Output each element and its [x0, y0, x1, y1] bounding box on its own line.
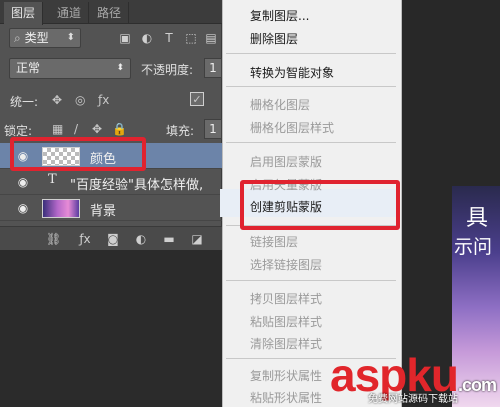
layer-kind-filter[interactable]: ⌕ 类型 ⬍: [9, 28, 81, 48]
opacity-input[interactable]: 1: [204, 58, 222, 78]
menu-item-enable-layer-mask[interactable]: 启用图层蒙版: [250, 153, 322, 170]
unify-label: 统一:: [10, 95, 39, 109]
search-icon: ⌕: [14, 31, 21, 45]
highlight-box-menu-item: [240, 180, 400, 230]
panel-tabs: 图层 通道 路径: [0, 0, 222, 25]
tab-channels[interactable]: 通道: [50, 2, 90, 24]
menu-item-convert-smart-object[interactable]: 转换为智能对象: [250, 64, 334, 81]
mask-icon[interactable]: ◙: [106, 232, 120, 246]
unify-position-icon[interactable]: ✥: [52, 93, 62, 107]
menu-item-copy-shape-attributes[interactable]: 复制形状属性: [250, 367, 322, 384]
type-filter-icon[interactable]: T: [162, 31, 176, 45]
menu-separator: [226, 53, 396, 54]
text-layer-icon: T: [48, 172, 57, 187]
shape-filter-icon[interactable]: ⬚: [184, 31, 198, 45]
watermark-tld: .com: [457, 375, 497, 395]
watermark-subtitle: 免费网站源码下载站: [368, 394, 458, 405]
menu-item-paste-shape-attributes[interactable]: 粘贴形状属性: [250, 389, 322, 406]
menu-separator: [226, 86, 396, 87]
blend-mode-value: 正常: [16, 61, 41, 75]
menu-separator: [226, 142, 396, 143]
brush-icon[interactable]: /: [74, 122, 78, 136]
adjustment-icon[interactable]: ◐: [134, 232, 148, 246]
menu-item-clear-layer-style[interactable]: 清除图层样式: [250, 335, 322, 352]
menu-item-delete-layer[interactable]: 删除图层: [250, 30, 298, 47]
kind-filter-label: 类型: [24, 31, 49, 45]
image-text: 示问: [454, 236, 493, 258]
eye-icon[interactable]: ◉: [16, 201, 30, 215]
menu-item-rasterize-layer-style[interactable]: 栅格化图层样式: [250, 119, 334, 136]
menu-item-link-layers[interactable]: 链接图层: [250, 233, 298, 250]
image-text: 具: [466, 206, 489, 231]
menu-item-duplicate-layer[interactable]: 复制图层...: [250, 7, 309, 24]
menu-item-select-linked-layers[interactable]: 选择链接图层: [250, 256, 322, 273]
layer-thumbnail: [42, 199, 80, 218]
layers-bottom-bar: ⛓ ƒx ◙ ◐ ▬ ◪: [0, 226, 222, 250]
unify-visibility-icon[interactable]: ◎: [75, 93, 85, 107]
lock-transparent-icon[interactable]: ▦: [52, 122, 63, 136]
layer-name: 背景: [90, 204, 117, 219]
menu-item-paste-layer-style[interactable]: 粘贴图层样式: [250, 313, 322, 330]
new-layer-icon[interactable]: ◪: [190, 232, 204, 246]
folder-icon[interactable]: ▬: [162, 232, 176, 246]
tab-paths[interactable]: 路径: [90, 2, 130, 24]
adjustment-filter-icon[interactable]: ◐: [140, 31, 154, 45]
menu-separator: [226, 280, 396, 281]
blend-mode-select[interactable]: 正常 ⬍: [9, 58, 131, 79]
lock-icon[interactable]: 🔒: [112, 122, 127, 136]
menu-item-rasterize-layer[interactable]: 栅格化图层: [250, 96, 310, 113]
menu-item-copy-layer-style[interactable]: 拷贝图层样式: [250, 290, 322, 307]
tab-layers[interactable]: 图层: [4, 2, 44, 25]
chevron-down-icon: ⬍: [116, 63, 124, 73]
opacity-label: 不透明度:: [141, 63, 194, 77]
layer-row-text[interactable]: ◉ T "百度经验"具体怎样做,: [0, 169, 222, 195]
fx-icon[interactable]: ƒx: [78, 232, 92, 246]
layer-name: "百度经验"具体怎样做,: [70, 178, 204, 193]
smart-object-filter-icon[interactable]: ▤: [204, 31, 218, 45]
highlight-box-layer: [10, 137, 146, 171]
eye-icon[interactable]: ◉: [16, 175, 30, 189]
chevron-down-icon: ⬍: [66, 32, 75, 43]
link-icon[interactable]: ⛓: [46, 232, 61, 246]
move-icon[interactable]: ✥: [92, 122, 102, 136]
propagate-checkbox[interactable]: ✓: [190, 92, 204, 106]
layer-row-background[interactable]: ◉ 背景: [0, 195, 222, 221]
pixel-filter-icon[interactable]: ▣: [118, 31, 132, 45]
fill-label: 填充:: [166, 124, 195, 138]
unify-style-icon[interactable]: ƒx: [98, 93, 109, 107]
layers-panel: 图层 通道 路径 ⌕ 类型 ⬍ ▣ ◐ T ⬚ ▤ 正常 ⬍ 不透明度: 1 统…: [0, 0, 222, 250]
fill-input[interactable]: 1: [204, 119, 222, 139]
